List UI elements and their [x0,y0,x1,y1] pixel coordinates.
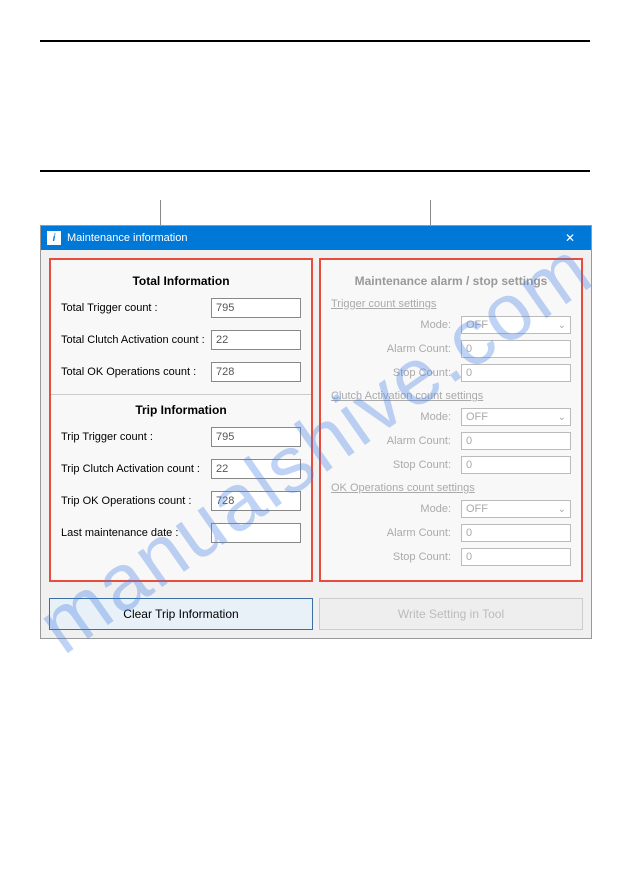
button-row: Clear Trip Information Write Setting in … [41,590,591,638]
field-row: Trip Trigger count : [61,427,301,447]
setting-row: Mode: OFF [331,500,571,518]
setting-row: Stop Count: [331,364,571,382]
info-icon: i [47,231,61,245]
field-row: Total Clutch Activation count : [61,330,301,350]
close-icon[interactable]: ✕ [555,231,585,245]
mode-label: Mode: [331,319,461,331]
clutch-mode-select[interactable]: OFF [461,408,571,426]
alarm-count-label: Alarm Count: [331,527,461,539]
page-rule-top [40,40,590,42]
trigger-mode-select[interactable]: OFF [461,316,571,334]
maintenance-window: i Maintenance information ✕ Total Inform… [40,225,592,639]
trip-trigger-input[interactable] [211,427,301,447]
trip-trigger-label: Trip Trigger count : [61,431,211,443]
trigger-settings-subtitle: Trigger count settings [331,298,571,310]
ok-settings-subtitle: OK Operations count settings [331,482,571,494]
total-ok-input[interactable] [211,362,301,382]
page-rule-mid [40,170,590,172]
total-ok-label: Total OK Operations count : [61,366,211,378]
setting-row: Mode: OFF [331,408,571,426]
field-row: Last maintenance date : [61,523,301,543]
alarm-settings-title: Maintenance alarm / stop settings [331,274,571,288]
last-maint-input[interactable] [211,523,301,543]
window-title: Maintenance information [67,232,555,244]
total-clutch-label: Total Clutch Activation count : [61,334,211,346]
stop-count-label: Stop Count: [331,551,461,563]
trip-ok-label: Trip OK Operations count : [61,495,211,507]
trip-clutch-label: Trip Clutch Activation count : [61,463,211,475]
total-trigger-input[interactable] [211,298,301,318]
select-value: OFF [466,503,488,515]
trip-ok-input[interactable] [211,491,301,511]
select-value: OFF [466,411,488,423]
trip-clutch-input[interactable] [211,459,301,479]
write-setting-button: Write Setting in Tool [319,598,583,630]
right-panel: Maintenance alarm / stop settings Trigge… [319,258,583,582]
stop-count-label: Stop Count: [331,367,461,379]
setting-row: Mode: OFF [331,316,571,334]
clear-trip-button[interactable]: Clear Trip Information [49,598,313,630]
setting-row: Stop Count: [331,548,571,566]
titlebar: i Maintenance information ✕ [41,226,591,250]
trigger-alarm-input[interactable] [461,340,571,358]
alarm-count-label: Alarm Count: [331,343,461,355]
clutch-stop-input[interactable] [461,456,571,474]
setting-row: Stop Count: [331,456,571,474]
last-maint-label: Last maintenance date : [61,527,211,539]
trigger-stop-input[interactable] [461,364,571,382]
total-trigger-label: Total Trigger count : [61,302,211,314]
field-row: Trip Clutch Activation count : [61,459,301,479]
ok-alarm-input[interactable] [461,524,571,542]
clutch-alarm-input[interactable] [461,432,571,450]
field-row: Total Trigger count : [61,298,301,318]
setting-row: Alarm Count: [331,524,571,542]
total-info-title: Total Information [61,274,301,288]
stop-count-label: Stop Count: [331,459,461,471]
field-row: Total OK Operations count : [61,362,301,382]
setting-row: Alarm Count: [331,432,571,450]
select-value: OFF [466,319,488,331]
trip-info-title: Trip Information [61,403,301,417]
ok-mode-select[interactable]: OFF [461,500,571,518]
divider [51,394,311,395]
mode-label: Mode: [331,503,461,515]
setting-row: Alarm Count: [331,340,571,358]
window-body: Total Information Total Trigger count : … [41,250,591,590]
left-panel: Total Information Total Trigger count : … [49,258,313,582]
field-row: Trip OK Operations count : [61,491,301,511]
alarm-count-label: Alarm Count: [331,435,461,447]
clutch-settings-subtitle: Clutch Activation count settings [331,390,571,402]
ok-stop-input[interactable] [461,548,571,566]
total-clutch-input[interactable] [211,330,301,350]
mode-label: Mode: [331,411,461,423]
